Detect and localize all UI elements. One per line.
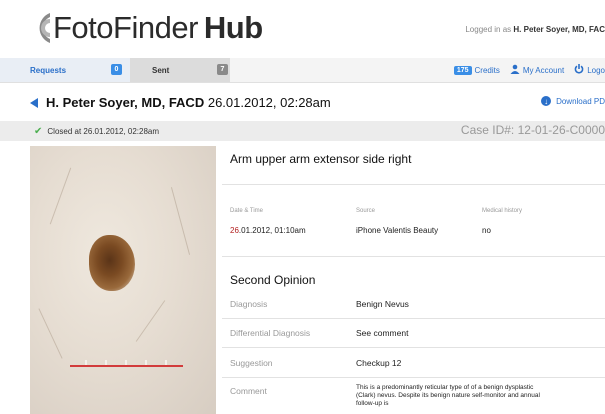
app-logo[interactable]: FotoFinder Hub: [30, 8, 263, 48]
case-details: Arm upper arm extensor side right Date &…: [222, 146, 605, 414]
tab-sent[interactable]: Sent 7: [130, 58, 230, 82]
differential-diagnosis-label: Differential Diagnosis: [230, 328, 311, 338]
meta-header-source: Source: [356, 208, 376, 214]
download-label: Download PD: [556, 96, 605, 106]
top-nav: 175 Credits My Account Logo: [453, 58, 605, 82]
comment-text: This is a predominantly reticular type o…: [356, 384, 540, 407]
differential-diagnosis-value: See comment: [356, 328, 409, 338]
diagnosis-label: Diagnosis: [230, 299, 268, 309]
page-title: H. Peter Soyer, MD, FACD 26.01.2012, 02:…: [46, 95, 331, 110]
check-icon: ✔: [34, 126, 43, 137]
download-pdf-button[interactable]: ↓ Download PD: [541, 96, 605, 106]
body-location: Arm upper arm extensor side right: [230, 152, 412, 166]
date-day: 26: [230, 226, 239, 235]
logged-prefix: Logged in as: [465, 25, 512, 34]
download-icon: ↓: [541, 96, 552, 106]
logged-user[interactable]: H. Peter Soyer, MD, FAC: [513, 25, 605, 34]
measurement-scale-bar: [70, 365, 183, 367]
meta-value-source: iPhone Valentis Beauty: [356, 226, 439, 235]
date-rest: .01.2012, 01:10am: [238, 226, 306, 235]
closed-text: Closed at 26.01.2012, 02:28am: [47, 127, 160, 136]
skin-hair: [49, 167, 72, 225]
my-account-link[interactable]: My Account: [523, 66, 564, 75]
mole-lesion: [89, 235, 135, 291]
sent-count-badge: 7: [217, 64, 228, 75]
meta-value-date: 26.01.2012, 01:10am: [230, 226, 306, 235]
logo-bold-text: Hub: [203, 10, 263, 45]
case-id: Case ID#: 12-01-26-C0000: [460, 123, 605, 137]
second-opinion-title: Second Opinion: [230, 273, 316, 287]
meta-value-history: no: [482, 226, 491, 235]
diagnosis-value: Benign Nevus: [356, 299, 409, 309]
case-datetime: 26.01.2012, 02:28am: [207, 95, 331, 110]
tab-sent-label: Sent: [152, 65, 170, 75]
status-bar: ✔ Closed at 26.01.2012, 02:28am Case ID#…: [0, 121, 605, 141]
credits-link[interactable]: Credits: [475, 66, 500, 75]
lesion-image[interactable]: [30, 146, 216, 414]
divider: [222, 184, 605, 185]
requests-count-badge: 0: [111, 64, 122, 75]
logo-text: FotoFinder: [53, 10, 198, 45]
suggestion-label: Suggestion: [230, 358, 273, 368]
logged-in-label: Logged in as H. Peter Soyer, MD, FAC: [465, 25, 605, 34]
logout-link[interactable]: Logo: [587, 66, 605, 75]
divider: [222, 347, 605, 348]
app-header: FotoFinder Hub Logged in as H. Peter Soye…: [0, 0, 605, 54]
case-title-bar: H. Peter Soyer, MD, FACD 26.01.2012, 02:…: [0, 92, 605, 114]
meta-header-date: Date & Time: [230, 208, 264, 214]
doctor-name: H. Peter Soyer, MD, FACD: [46, 95, 205, 110]
comment-label: Comment: [230, 386, 267, 396]
tab-bar: Requests 0 Sent 7 175 Credits My Account…: [0, 58, 605, 83]
skin-hair: [135, 300, 166, 342]
meta-header-history: Medical history: [482, 208, 523, 214]
skin-hair: [170, 187, 191, 255]
divider: [222, 318, 605, 319]
logo-mark-icon: [39, 13, 50, 43]
divider: [222, 377, 605, 378]
closed-status: ✔ Closed at 26.01.2012, 02:28am: [34, 126, 159, 137]
user-icon: [510, 64, 520, 77]
power-icon: [574, 63, 584, 77]
suggestion-value: Checkup 12: [356, 358, 402, 368]
back-arrow-icon[interactable]: [30, 98, 38, 108]
tab-requests-label: Requests: [30, 65, 67, 75]
credits-count-badge: 175: [453, 65, 472, 75]
tab-requests[interactable]: Requests 0: [0, 58, 130, 82]
divider: [222, 256, 605, 257]
skin-hair: [38, 308, 63, 359]
